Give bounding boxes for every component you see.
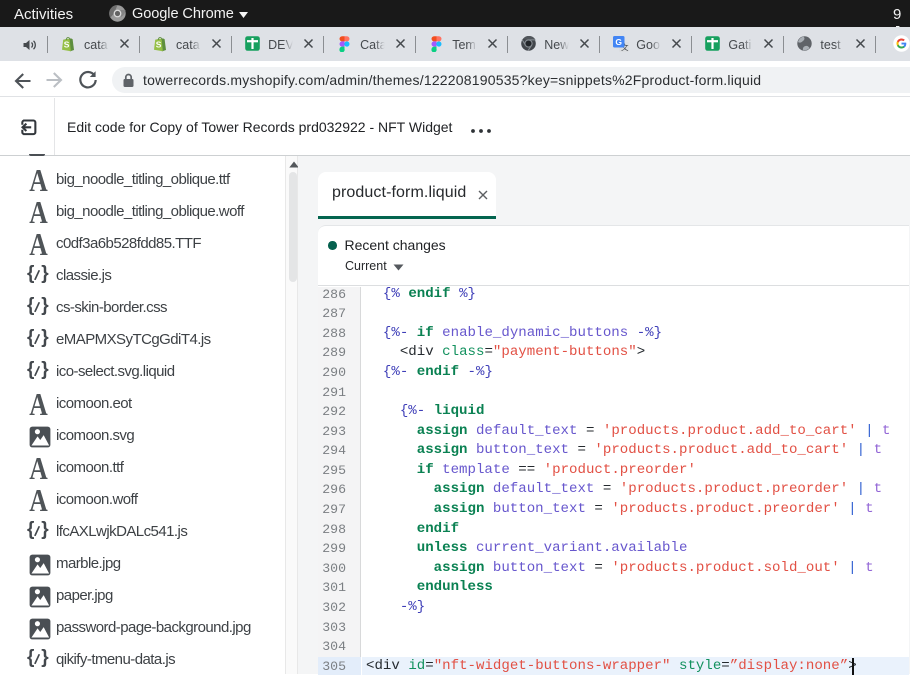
svg-text:S: S xyxy=(155,40,161,50)
svg-text:G: G xyxy=(615,37,622,47)
svg-text:S: S xyxy=(63,40,69,50)
